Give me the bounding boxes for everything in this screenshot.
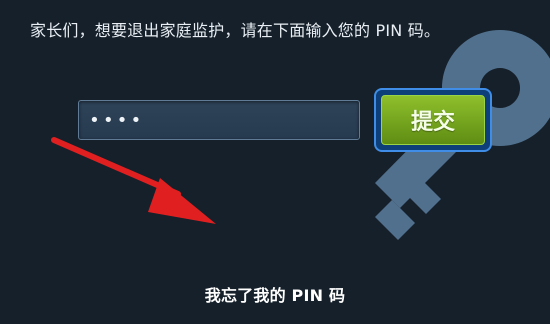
pin-input[interactable] (78, 100, 360, 140)
forgot-pin-link[interactable]: 我忘了我的 PIN 码 (0, 282, 550, 306)
red-arrow-icon (51, 137, 216, 224)
submit-button[interactable]: 提交 (381, 95, 485, 145)
submit-button-focus-ring: 提交 (374, 88, 492, 152)
instruction-text: 家长们，想要退出家庭监护，请在下面输入您的 PIN 码。 (30, 21, 441, 40)
